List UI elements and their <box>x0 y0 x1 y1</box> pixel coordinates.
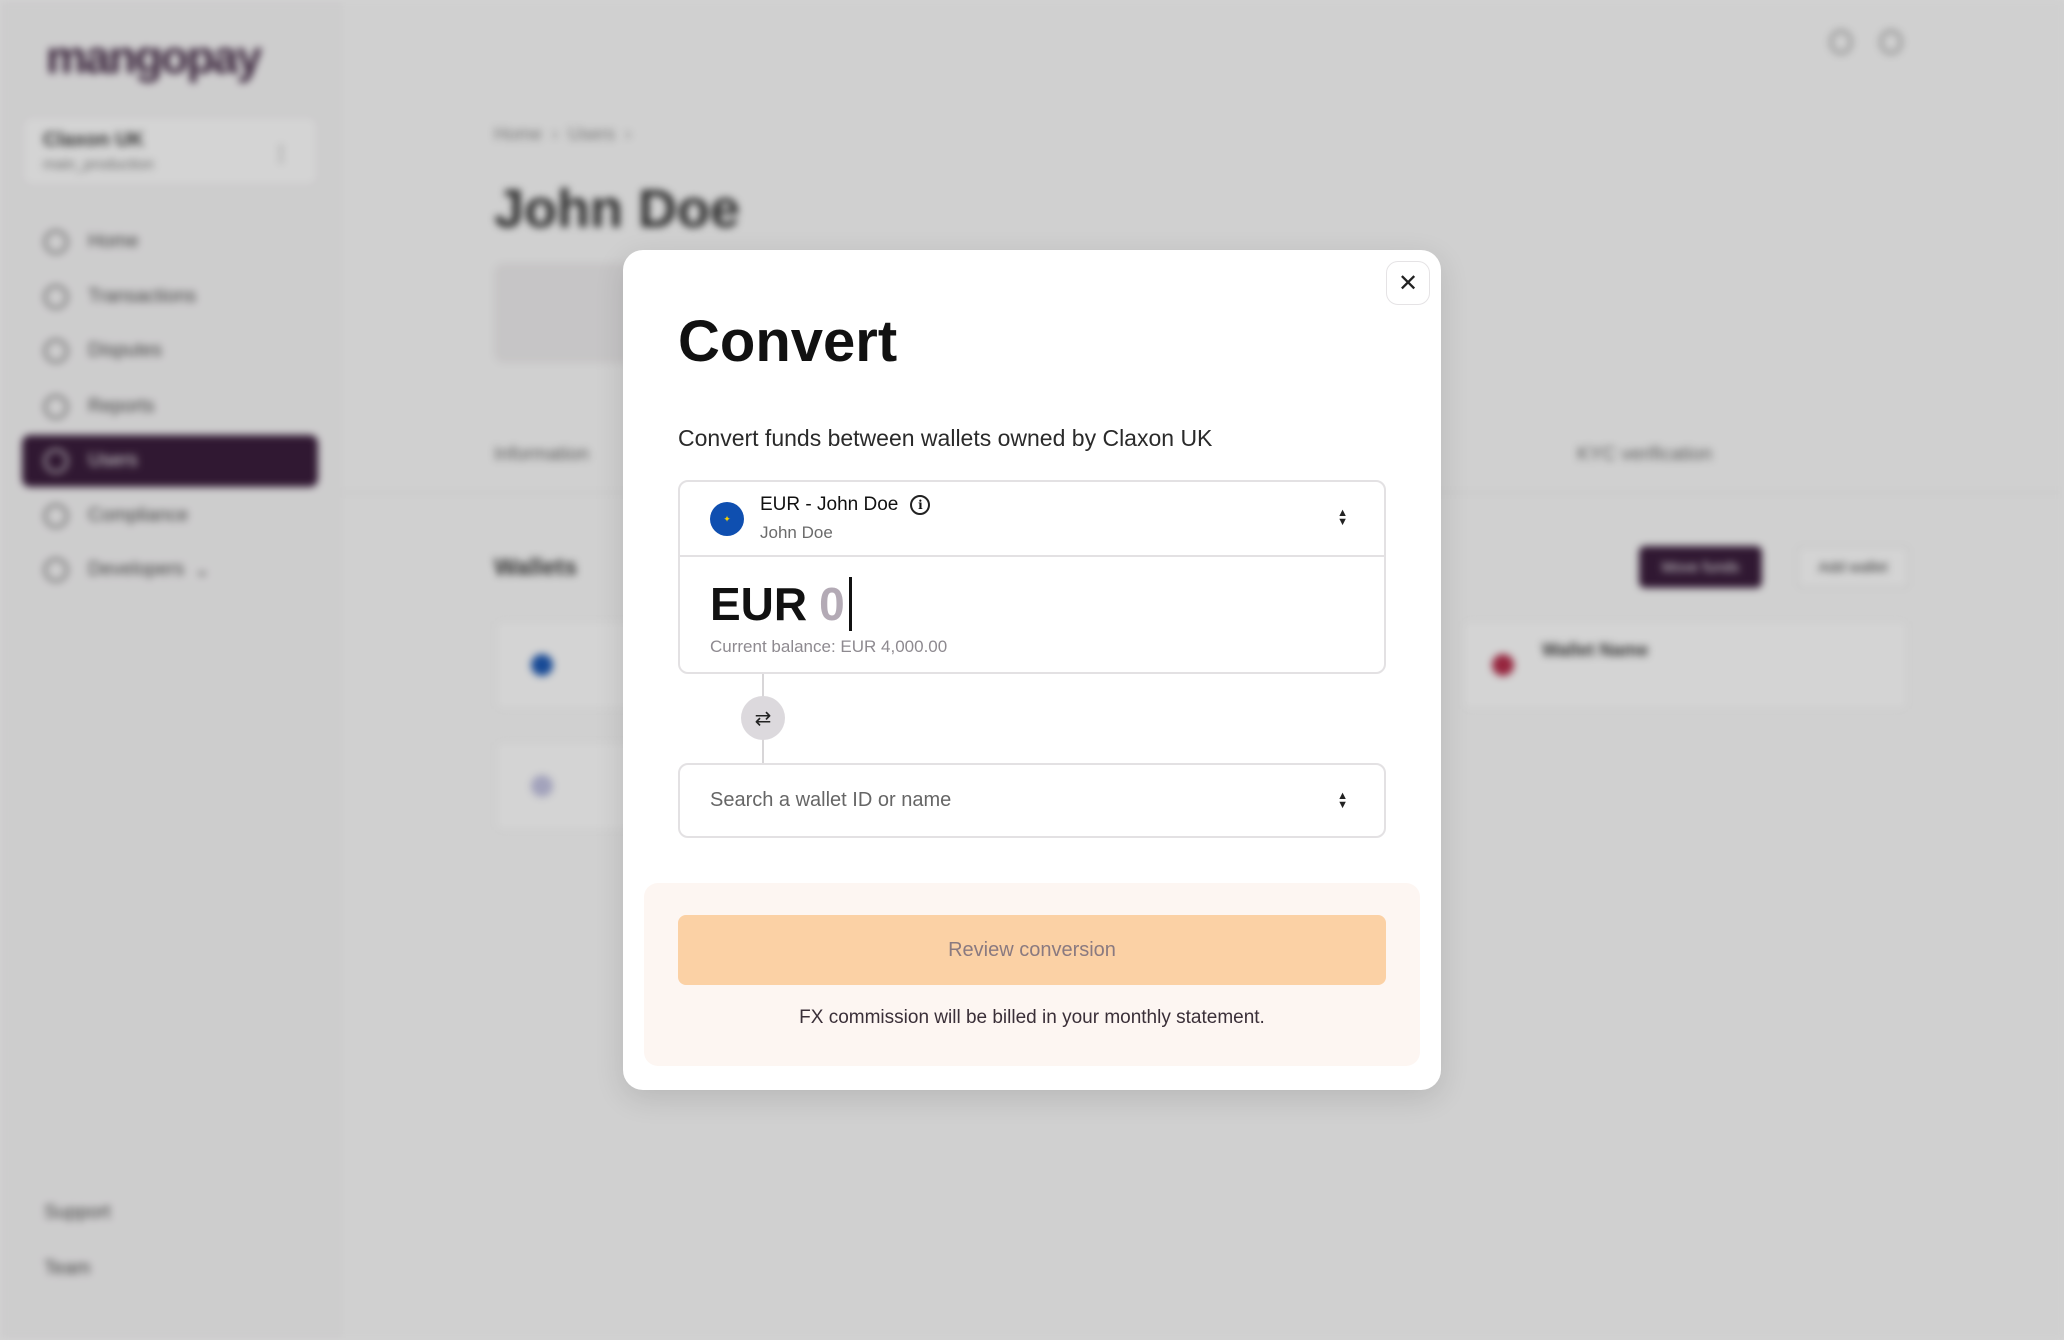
amount-input[interactable]: EUR 0 <box>710 577 852 631</box>
source-wallet-select[interactable]: ✦ EUR - John Doe i John Doe ▲ ▼ <box>680 482 1384 555</box>
close-icon: ✕ <box>1397 269 1419 297</box>
amount-currency: EUR <box>710 578 808 630</box>
review-conversion-button[interactable]: Review conversion <box>678 915 1386 985</box>
divider <box>680 555 1384 557</box>
swap-arrows-icon: ⇄ <box>754 707 772 730</box>
target-wallet-select[interactable]: Search a wallet ID or name ▲ ▼ <box>678 763 1386 838</box>
modal-title: Convert <box>678 309 898 374</box>
swap-button[interactable]: ⇄ <box>741 696 785 740</box>
target-wallet-placeholder: Search a wallet ID or name <box>710 789 952 811</box>
amount-value: 0 <box>819 578 845 630</box>
convert-modal: ✕ Convert Convert funds between wallets … <box>623 250 1441 1090</box>
source-wallet-label: EUR - John Doe <box>760 494 899 515</box>
current-balance: Current balance: EUR 4,000.00 <box>710 637 948 656</box>
text-caret <box>848 577 852 631</box>
select-arrows-icon: ▲ ▼ <box>1337 507 1348 528</box>
select-arrows-icon: ▲ ▼ <box>1337 790 1348 811</box>
close-button[interactable]: ✕ <box>1386 261 1430 305</box>
fx-commission-note: FX commission will be billed in your mon… <box>799 1007 1265 1028</box>
info-icon[interactable]: i <box>910 495 931 515</box>
source-wallet-card: ✦ EUR - John Doe i John Doe ▲ ▼ EUR 0 Curr… <box>678 480 1386 674</box>
eu-flag-icon: ✦ <box>710 502 744 536</box>
footer-panel: Review conversion FX commission will be … <box>644 883 1420 1066</box>
modal-subtitle: Convert funds between wallets owned by C… <box>678 425 1213 451</box>
source-wallet-owner: John Doe <box>760 523 833 542</box>
